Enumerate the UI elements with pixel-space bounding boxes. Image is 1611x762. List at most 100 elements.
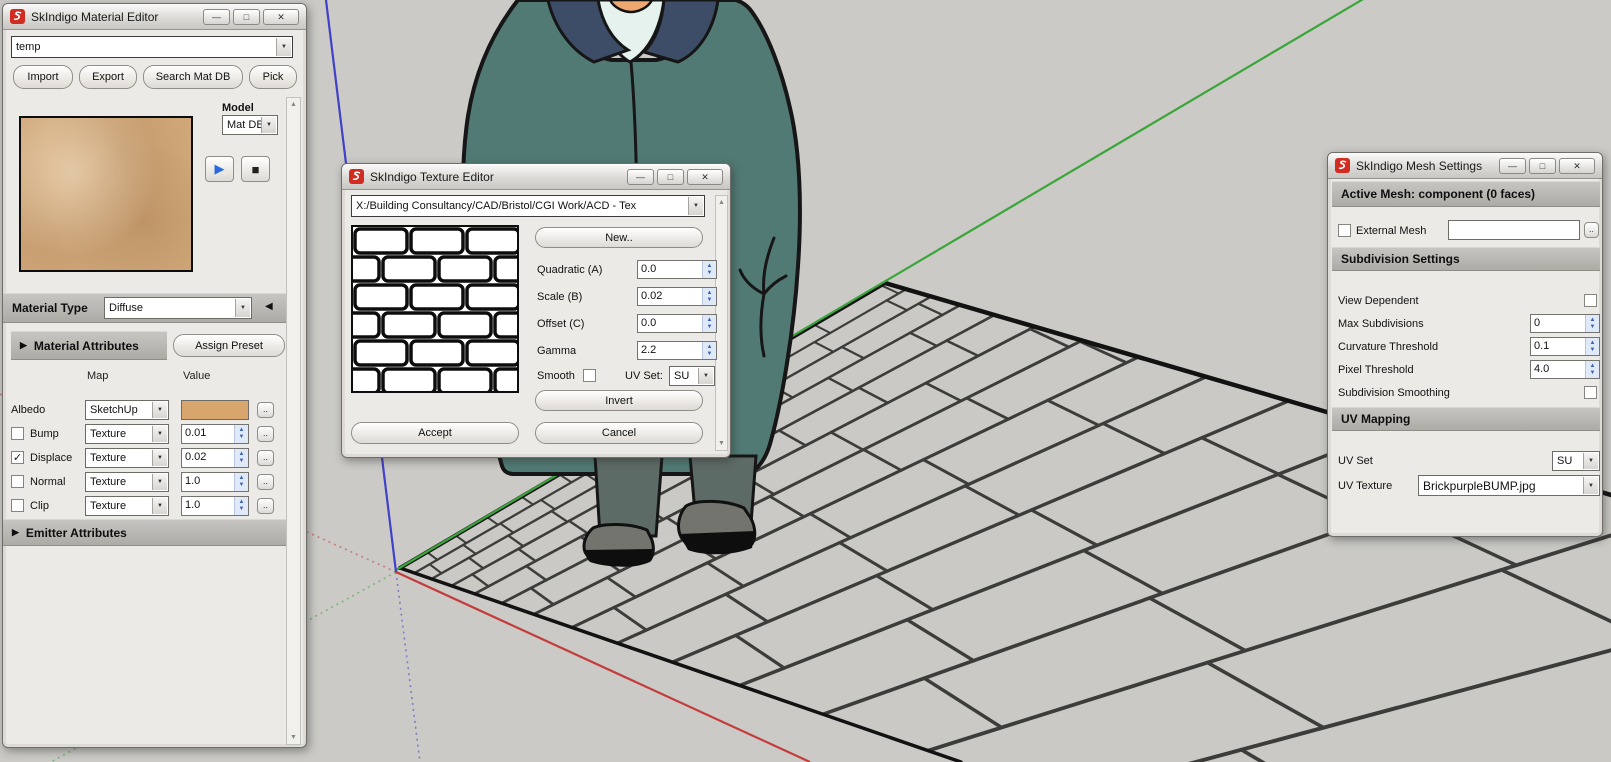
spinner-arrows-icon[interactable]: ▲▼ xyxy=(702,315,716,332)
gamma-spinner[interactable]: 2.2 ▲▼ xyxy=(637,341,717,360)
view-dependent-checkbox[interactable] xyxy=(1584,294,1597,307)
render-stop-button[interactable]: ■ xyxy=(241,156,270,182)
collapse-panel-icon[interactable]: ◀ xyxy=(265,301,273,312)
scroll-up-icon[interactable]: ▲ xyxy=(290,98,297,111)
dropdown-arrow-icon[interactable]: ▼ xyxy=(1583,453,1598,469)
dropdown-arrow-icon[interactable]: ▼ xyxy=(688,197,703,215)
scale-value: 0.02 xyxy=(638,288,702,305)
dropdown-arrow-icon[interactable]: ▼ xyxy=(1583,477,1598,494)
material-editor-scrollbar[interactable]: ▲ ▼ xyxy=(286,97,301,745)
maximize-button[interactable]: □ xyxy=(1529,158,1556,174)
texture-path-select[interactable]: X:/Building Consultancy/CAD/Bristol/CGI … xyxy=(351,195,705,217)
model-select[interactable]: Mat DB ▼ xyxy=(222,115,278,135)
dropdown-arrow-icon[interactable]: ▼ xyxy=(152,402,167,418)
offset-spinner[interactable]: 0.0 ▲▼ xyxy=(637,314,717,333)
minimize-button[interactable]: — xyxy=(1499,158,1526,174)
material-attributes-header[interactable]: ▶ Material Attributes xyxy=(11,331,167,360)
albedo-map-select[interactable]: SketchUp ▼ xyxy=(85,400,169,420)
emitter-attributes-header[interactable]: ▶ Emitter Attributes xyxy=(3,519,286,546)
pick-button[interactable]: Pick xyxy=(249,65,297,89)
accept-button[interactable]: Accept xyxy=(351,422,519,444)
dropdown-arrow-icon[interactable]: ▼ xyxy=(152,498,167,514)
maximize-button[interactable]: □ xyxy=(233,9,260,25)
scroll-down-icon[interactable]: ▼ xyxy=(718,437,725,450)
minimize-button[interactable]: — xyxy=(627,169,654,185)
smooth-checkbox[interactable] xyxy=(583,369,596,382)
scroll-down-icon[interactable]: ▼ xyxy=(290,731,297,744)
spinner-arrows-icon[interactable]: ▲▼ xyxy=(234,497,248,515)
dropdown-arrow-icon[interactable]: ▼ xyxy=(698,368,713,384)
uv-texture-select[interactable]: BrickpurpleBUMP.jpg ▼ xyxy=(1418,475,1600,496)
clip-value-spinner[interactable]: 1.0 ▲▼ xyxy=(181,496,249,516)
spinner-arrows-icon[interactable]: ▲▼ xyxy=(234,473,248,491)
displace-checkbox[interactable]: ✓ xyxy=(11,451,24,464)
subdivision-smoothing-checkbox[interactable] xyxy=(1584,386,1597,399)
normal-map-select[interactable]: Texture ▼ xyxy=(85,472,169,492)
export-button[interactable]: Export xyxy=(79,65,137,89)
max-subdivisions-spinner[interactable]: 0 ▲▼ xyxy=(1530,314,1600,333)
assign-preset-button[interactable]: Assign Preset xyxy=(173,334,285,357)
spinner-arrows-icon[interactable]: ▲▼ xyxy=(702,288,716,305)
normal-browse-button[interactable]: .. xyxy=(257,474,274,490)
expander-icon[interactable]: ▶ xyxy=(20,340,27,351)
displace-browse-button[interactable]: .. xyxy=(257,450,274,466)
dropdown-arrow-icon[interactable]: ▼ xyxy=(152,474,167,490)
dropdown-arrow-icon[interactable]: ▼ xyxy=(276,38,291,56)
cancel-button[interactable]: Cancel xyxy=(535,422,703,444)
uv-set-select[interactable]: SU ▼ xyxy=(669,366,715,386)
clip-browse-button[interactable]: .. xyxy=(257,498,274,514)
close-button[interactable]: ✕ xyxy=(263,9,299,25)
scroll-up-icon[interactable]: ▲ xyxy=(718,196,725,209)
bump-checkbox[interactable] xyxy=(11,427,24,440)
invert-button[interactable]: Invert xyxy=(535,390,703,411)
render-play-button[interactable]: ▶ xyxy=(205,156,234,182)
material-type-select[interactable]: Diffuse ▼ xyxy=(104,297,252,319)
dropdown-arrow-icon[interactable]: ▼ xyxy=(235,299,250,317)
pixel-threshold-spinner[interactable]: 4.0 ▲▼ xyxy=(1530,360,1600,379)
material-editor-titlebar[interactable]: SkIndigo Material Editor — □ ✕ xyxy=(3,4,306,30)
displace-value-spinner[interactable]: 0.02 ▲▼ xyxy=(181,448,249,468)
dropdown-arrow-icon[interactable]: ▼ xyxy=(152,450,167,466)
external-mesh-browse-button[interactable]: .. xyxy=(1584,222,1599,238)
texture-editor-titlebar[interactable]: SkIndigo Texture Editor — □ ✕ xyxy=(342,164,730,190)
expander-icon[interactable]: ▶ xyxy=(12,527,19,538)
curvature-threshold-spinner[interactable]: 0.1 ▲▼ xyxy=(1530,337,1600,356)
maximize-button[interactable]: □ xyxy=(657,169,684,185)
clip-map-select[interactable]: Texture ▼ xyxy=(85,496,169,516)
bump-value-spinner[interactable]: 0.01 ▲▼ xyxy=(181,424,249,444)
albedo-map-value: SketchUp xyxy=(90,404,138,416)
normal-checkbox[interactable] xyxy=(11,475,24,488)
spinner-arrows-icon[interactable]: ▲▼ xyxy=(234,449,248,467)
import-button[interactable]: Import xyxy=(13,65,73,89)
external-mesh-field[interactable] xyxy=(1448,220,1580,240)
albedo-browse-button[interactable]: .. xyxy=(257,402,274,418)
spinner-arrows-icon[interactable]: ▲▼ xyxy=(702,342,716,359)
displace-map-select[interactable]: Texture ▼ xyxy=(85,448,169,468)
spinner-arrows-icon[interactable]: ▲▼ xyxy=(234,425,248,443)
close-button[interactable]: ✕ xyxy=(687,169,723,185)
quadratic-spinner[interactable]: 0.0 ▲▼ xyxy=(637,260,717,279)
albedo-color-swatch[interactable] xyxy=(181,400,249,420)
external-mesh-checkbox[interactable] xyxy=(1338,224,1351,237)
uv-set-select[interactable]: SU ▼ xyxy=(1552,451,1600,471)
material-name-select[interactable]: temp ▼ xyxy=(11,36,293,58)
new-texture-button[interactable]: New.. xyxy=(535,227,703,248)
quadratic-value: 0.0 xyxy=(638,261,702,278)
dropdown-arrow-icon[interactable]: ▼ xyxy=(261,117,276,133)
bump-map-select[interactable]: Texture ▼ xyxy=(85,424,169,444)
search-mat-db-button[interactable]: Search Mat DB xyxy=(143,65,243,89)
spinner-arrows-icon[interactable]: ▲▼ xyxy=(1585,361,1599,378)
spinner-arrows-icon[interactable]: ▲▼ xyxy=(1585,315,1599,332)
bump-browse-button[interactable]: .. xyxy=(257,426,274,442)
spinner-arrows-icon[interactable]: ▲▼ xyxy=(1585,338,1599,355)
mesh-settings-titlebar[interactable]: SkIndigo Mesh Settings — □ ✕ xyxy=(1328,153,1602,179)
minimize-button[interactable]: — xyxy=(203,9,230,25)
scale-spinner[interactable]: 0.02 ▲▼ xyxy=(637,287,717,306)
dropdown-arrow-icon[interactable]: ▼ xyxy=(152,426,167,442)
emitter-attributes-label: Emitter Attributes xyxy=(26,526,127,540)
clip-checkbox[interactable] xyxy=(11,499,24,512)
gamma-value: 2.2 xyxy=(638,342,702,359)
spinner-arrows-icon[interactable]: ▲▼ xyxy=(702,261,716,278)
normal-value-spinner[interactable]: 1.0 ▲▼ xyxy=(181,472,249,492)
close-button[interactable]: ✕ xyxy=(1559,158,1595,174)
